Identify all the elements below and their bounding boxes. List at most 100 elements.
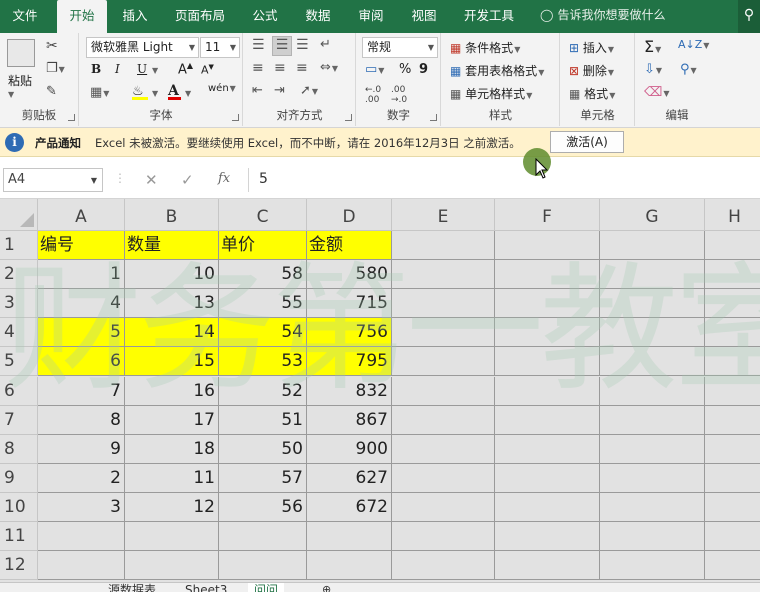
font-color-icon[interactable]: A xyxy=(168,83,181,100)
cell-d1[interactable]: 金额 xyxy=(307,231,392,260)
tab-developer[interactable]: 开发工具 xyxy=(455,0,523,33)
cell-f11[interactable] xyxy=(495,522,600,551)
insert-function-button[interactable]: fx xyxy=(218,171,230,186)
comma-button[interactable]: 9 xyxy=(419,62,428,77)
cell-b8[interactable]: 18 xyxy=(125,434,219,464)
cell-styles-button[interactable]: ▦ 单元格样式▼ xyxy=(450,85,532,102)
wrap-text-icon[interactable]: ↵ xyxy=(320,37,331,52)
number-launcher-icon[interactable] xyxy=(430,114,437,121)
align-left-icon[interactable]: ≡ xyxy=(252,60,264,76)
cell-h4[interactable] xyxy=(705,318,760,348)
row-header-11[interactable]: 11 xyxy=(0,522,38,551)
sheet-tab[interactable]: Sheet3 xyxy=(185,583,227,592)
cell-e8[interactable] xyxy=(392,434,495,464)
cell-b10[interactable]: 12 xyxy=(125,492,219,522)
cell-c3[interactable]: 55 xyxy=(219,289,307,319)
cell-d3[interactable]: 715 xyxy=(307,289,392,319)
cell-b6[interactable]: 16 xyxy=(125,376,219,406)
cell-f12[interactable] xyxy=(495,551,600,581)
cell-a9[interactable]: 2 xyxy=(38,463,125,493)
format-cells-button[interactable]: ▦ 格式▼ xyxy=(569,85,615,102)
fill-color-icon[interactable]: ♨ xyxy=(132,84,148,100)
row-header-6[interactable]: 6 xyxy=(0,376,38,406)
column-header-f[interactable]: F xyxy=(495,199,600,231)
cell-f1[interactable] xyxy=(495,231,600,260)
font-size-select[interactable]: 11 ▼ xyxy=(200,37,240,58)
cell-h6[interactable] xyxy=(705,377,760,406)
paste-dropdown-icon[interactable]: ▼ xyxy=(8,90,14,99)
cell-c10[interactable]: 56 xyxy=(219,492,307,522)
cell-b11[interactable] xyxy=(125,522,219,551)
cell-h5[interactable] xyxy=(705,347,760,377)
fill-icon[interactable]: ⇩▼ xyxy=(644,62,662,77)
cell-f3[interactable] xyxy=(495,289,600,319)
cell-h3[interactable] xyxy=(705,289,760,319)
formula-input[interactable]: 5 xyxy=(248,168,760,192)
clipboard-launcher-icon[interactable] xyxy=(68,114,75,121)
cell-c4[interactable]: 54 xyxy=(219,318,307,348)
accounting-format-icon[interactable]: ▭▼ xyxy=(365,62,384,77)
add-sheet-icon[interactable]: ⊕ xyxy=(322,583,331,592)
align-top-icon[interactable]: ☰ xyxy=(252,37,265,53)
search-icon[interactable]: ⚲ xyxy=(738,0,760,33)
worksheet-grid[interactable]: A B C D E F G H 1 编号 数量 单价 金额 2 1 10 58 580 3 4 13 55 715 4 5 14 5… xyxy=(0,199,760,582)
increase-indent-icon[interactable]: ⇥ xyxy=(274,83,285,98)
cut-icon[interactable]: ✂ xyxy=(46,38,58,54)
align-right-icon[interactable]: ≡ xyxy=(296,60,308,76)
cell-e4[interactable] xyxy=(392,318,495,348)
format-as-table-button[interactable]: ▦ 套用表格格式▼ xyxy=(450,62,544,79)
bold-button[interactable]: B xyxy=(91,62,101,76)
cell-g3[interactable] xyxy=(600,289,705,319)
cell-a8[interactable]: 9 xyxy=(38,434,125,464)
cell-e12[interactable] xyxy=(392,551,495,581)
tell-me-box[interactable]: ◯ 告诉我你想要做什么 xyxy=(540,0,710,33)
cell-g8[interactable] xyxy=(600,434,705,464)
tab-data[interactable]: 数据 xyxy=(295,0,341,33)
activate-button[interactable]: 激活(A) xyxy=(550,131,624,153)
cell-g11[interactable] xyxy=(600,522,705,551)
cell-c6[interactable]: 52 xyxy=(219,376,307,406)
cell-h1[interactable] xyxy=(705,231,760,260)
cell-d5[interactable]: 795 xyxy=(307,347,392,377)
cell-c9[interactable]: 57 xyxy=(219,463,307,493)
alignment-launcher-icon[interactable] xyxy=(345,114,352,121)
conditional-format-button[interactable]: ▦ 条件格式▼ xyxy=(450,39,520,56)
column-header-b[interactable]: B xyxy=(125,199,219,231)
shrink-font-button[interactable]: A▼ xyxy=(201,63,214,77)
cell-e11[interactable] xyxy=(392,522,495,551)
cell-h7[interactable] xyxy=(705,406,760,435)
column-header-e[interactable]: E xyxy=(392,199,495,231)
tab-view[interactable]: 视图 xyxy=(401,0,447,33)
cell-e2[interactable] xyxy=(392,260,495,290)
cell-c11[interactable] xyxy=(219,522,307,551)
cell-f2[interactable] xyxy=(495,260,600,290)
select-all-button[interactable] xyxy=(0,199,38,231)
increase-decimal-icon[interactable]: ←.0.00 xyxy=(365,85,381,105)
more-options-icon[interactable]: ⋮ xyxy=(114,171,126,185)
tab-review[interactable]: 审阅 xyxy=(348,0,394,33)
cell-h8[interactable] xyxy=(705,435,760,464)
cell-e3[interactable] xyxy=(392,289,495,319)
delete-cells-button[interactable]: ⊠ 删除▼ xyxy=(569,62,614,79)
tab-formulas[interactable]: 公式 xyxy=(242,0,288,33)
cell-g1[interactable] xyxy=(600,231,705,260)
tab-insert[interactable]: 插入 xyxy=(112,0,158,33)
row-header-5[interactable]: 5 xyxy=(0,347,38,377)
paste-label[interactable]: 粘贴 xyxy=(8,72,32,89)
column-header-a[interactable]: A xyxy=(38,199,125,231)
cell-a7[interactable]: 8 xyxy=(38,405,125,435)
cell-a10[interactable]: 3 xyxy=(38,492,125,522)
cell-g10[interactable] xyxy=(600,492,705,522)
cell-g7[interactable] xyxy=(600,405,705,435)
font-color-dropdown-icon[interactable]: ▼ xyxy=(185,89,191,98)
row-header-4[interactable]: 4 xyxy=(0,318,38,348)
cell-f8[interactable] xyxy=(495,434,600,464)
column-header-h[interactable]: H xyxy=(705,199,760,231)
cell-f6[interactable] xyxy=(495,376,600,406)
copy-icon[interactable]: ❐▼ xyxy=(46,61,65,76)
cell-e6[interactable] xyxy=(392,376,495,406)
cell-a1[interactable]: 编号 xyxy=(38,231,125,260)
phonetic-button[interactable]: wén▼ xyxy=(208,83,236,94)
cell-b2[interactable]: 10 xyxy=(125,260,219,290)
column-header-d[interactable]: D xyxy=(307,199,392,231)
